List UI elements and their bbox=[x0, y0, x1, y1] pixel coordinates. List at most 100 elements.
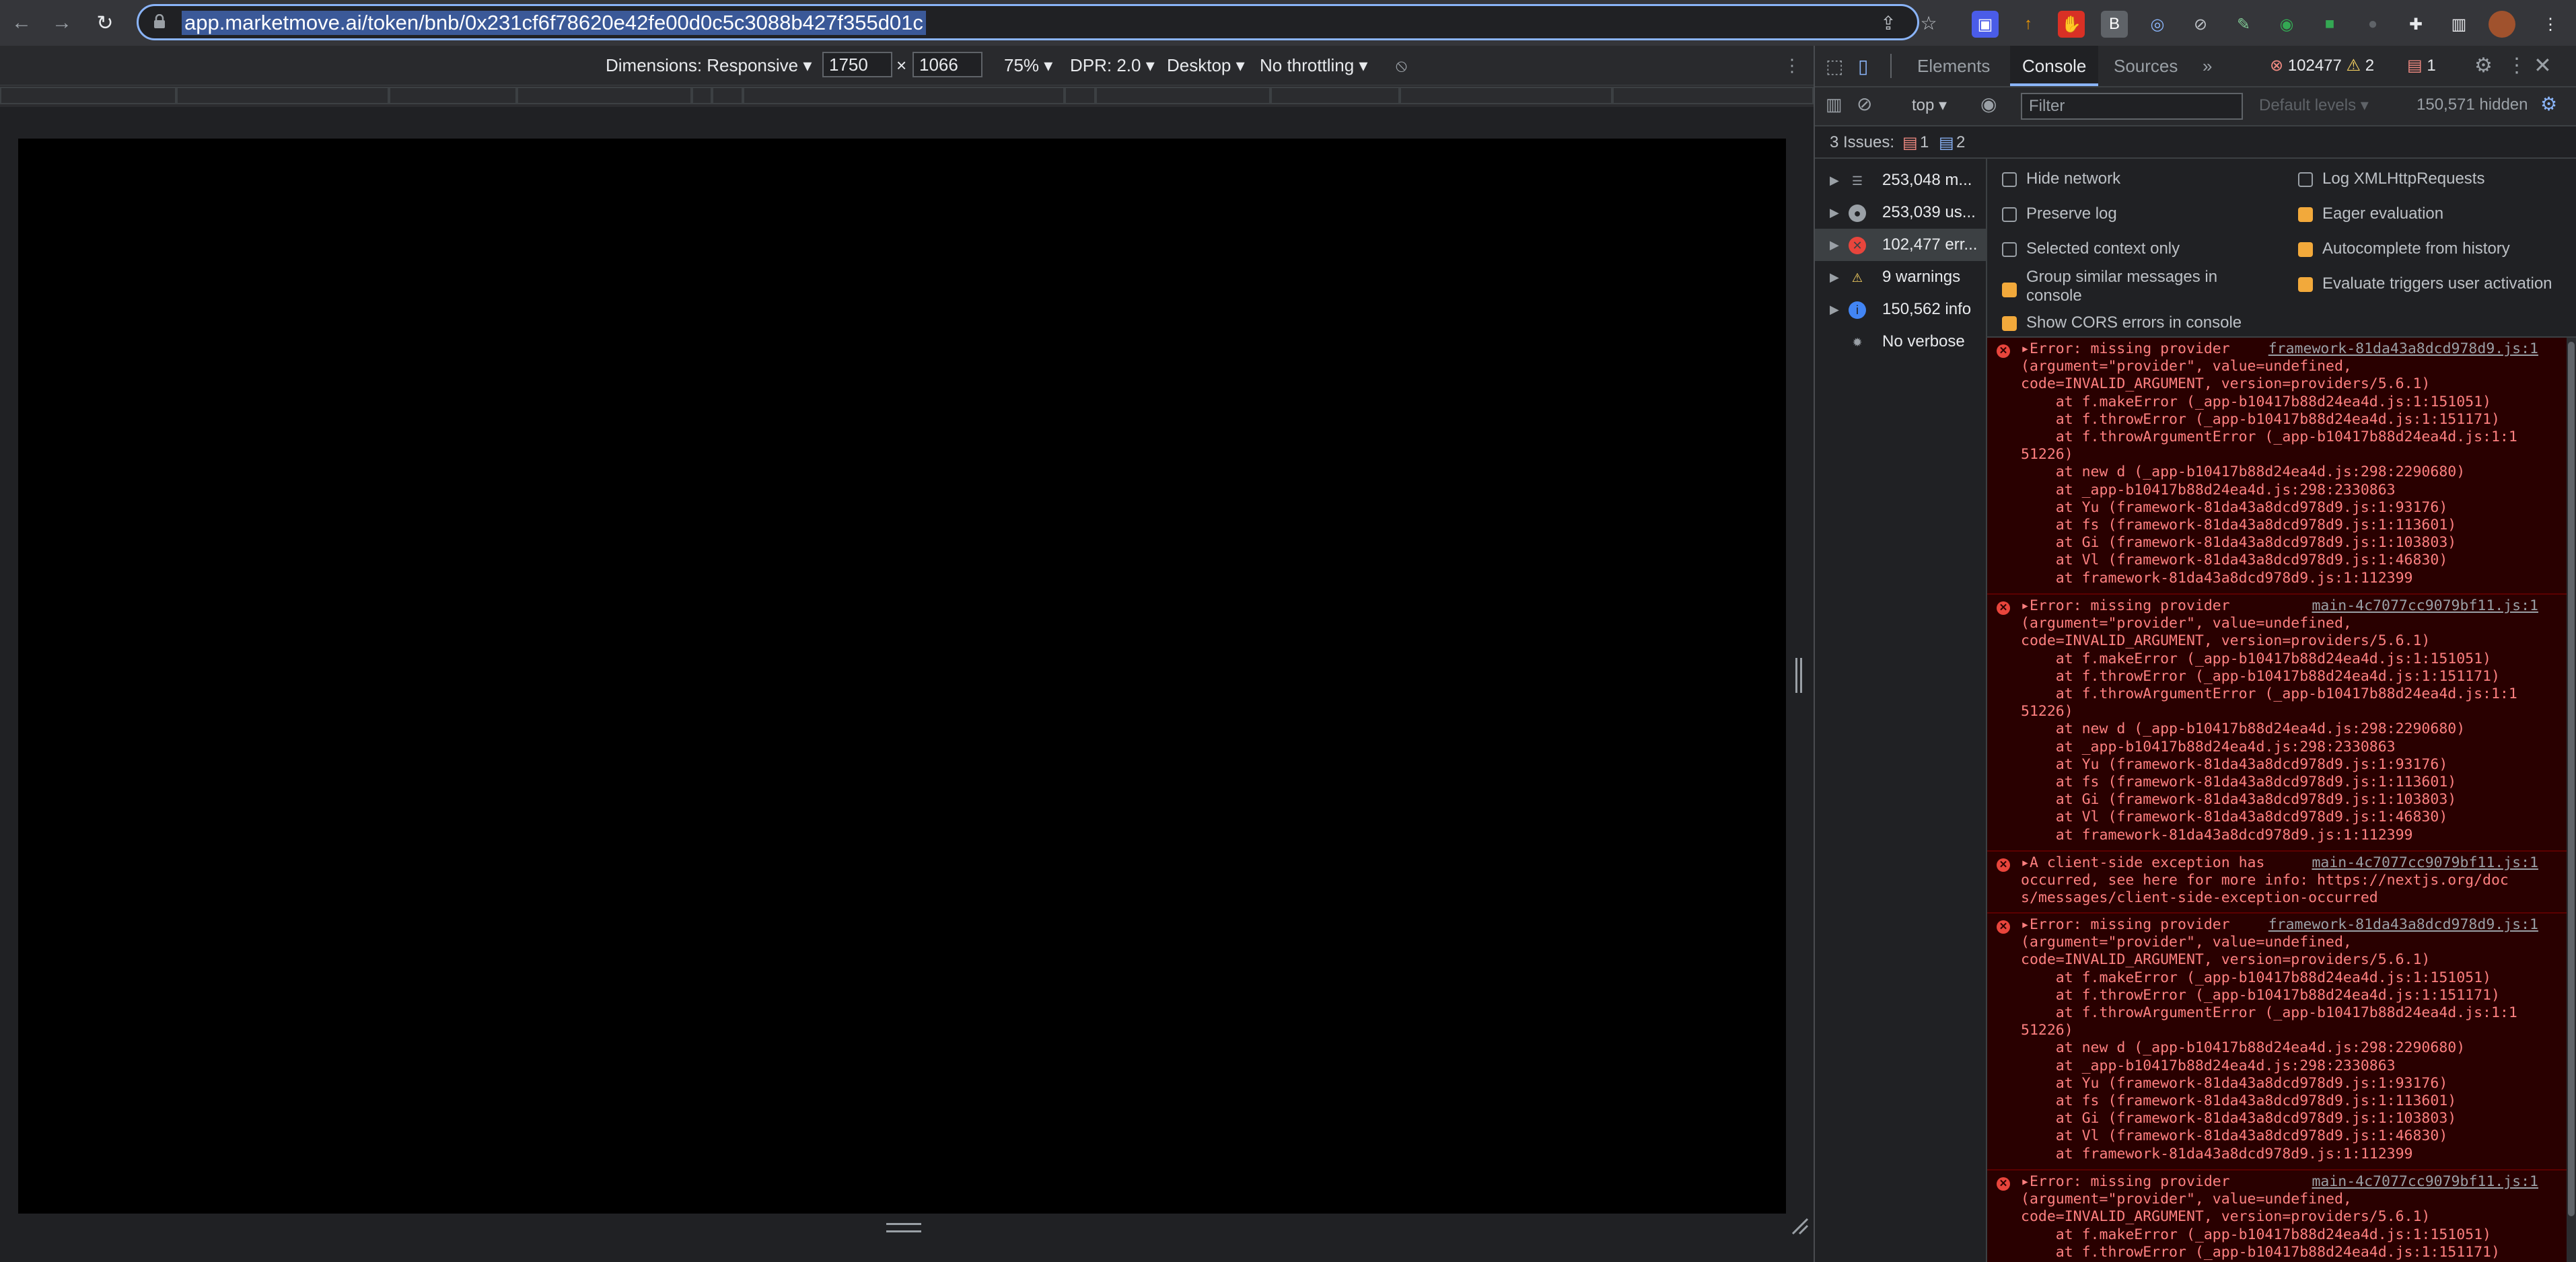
sidebar-item-user-messages[interactable]: ▶ ● 253,039 us... bbox=[1815, 196, 1986, 229]
sidebar-toggle-icon[interactable]: ▥ bbox=[1826, 94, 1842, 115]
media-query-segment[interactable] bbox=[1612, 87, 1814, 104]
scrollbar-thumb[interactable] bbox=[2568, 342, 2575, 1216]
sidebar-item-errors[interactable]: ▶ ✕ 102,477 err... bbox=[1815, 229, 1986, 261]
extension-icon[interactable]: ✎ bbox=[2230, 11, 2257, 38]
hide-network-checkbox[interactable] bbox=[2002, 172, 2017, 187]
user-activation-checkbox[interactable] bbox=[2298, 277, 2313, 292]
console-scrollbar[interactable] bbox=[2567, 338, 2576, 1262]
zoom-dropdown[interactable]: 75% ▾ bbox=[1004, 54, 1052, 77]
bookmark-star-icon[interactable]: ☆ bbox=[1917, 11, 1941, 36]
setting-label: Show CORS errors in console bbox=[2026, 313, 2242, 332]
source-link[interactable]: framework-81da43a8dcd978d9.js:1 bbox=[2268, 916, 2538, 934]
sidebar-item-messages[interactable]: ▶ ☰ 253,048 m... bbox=[1815, 164, 1986, 196]
kebab-menu-icon[interactable]: ⋮ bbox=[2507, 54, 2527, 77]
devtools-panel: ⬚ ▯ Elements Console Sources » ⊗ 102477 … bbox=[1814, 46, 2576, 1262]
console-error-message[interactable]: ✕ ▸Error: missing provider (argument="pr… bbox=[1987, 1171, 2576, 1262]
side-panel-icon[interactable]: ▥ bbox=[2445, 11, 2472, 38]
info-icon: i bbox=[1849, 301, 1866, 319]
rotate-icon[interactable]: ⦸ bbox=[1396, 54, 1407, 77]
console-error-message[interactable]: ✕ ▸Error: missing provider (argument="pr… bbox=[1987, 595, 2576, 852]
throttle-dropdown[interactable]: No throttling ▾ bbox=[1260, 54, 1367, 77]
corner-resize-icon[interactable] bbox=[1790, 1216, 1809, 1235]
dimensions-dropdown[interactable]: Dimensions: Responsive ▾ bbox=[606, 54, 812, 77]
tab-sources[interactable]: Sources bbox=[2102, 46, 2190, 86]
sidebar-item-warnings[interactable]: ▶ ⚠ 9 warnings bbox=[1815, 261, 1986, 293]
console-messages: ✕ ▸Error: missing provider (argument="pr… bbox=[1987, 338, 2576, 1262]
log-xhr-checkbox[interactable] bbox=[2298, 172, 2313, 187]
extension-icon[interactable]: ● bbox=[2359, 11, 2386, 38]
url-text[interactable]: app.marketmove.ai/token/bnb/0x231cf6f786… bbox=[182, 11, 926, 35]
forward-arrow-icon[interactable]: → bbox=[46, 7, 78, 39]
height-input[interactable]: 1066 bbox=[913, 52, 982, 77]
media-query-segment[interactable] bbox=[1096, 87, 1271, 104]
extension-icon[interactable]: ↑ bbox=[2015, 11, 2042, 38]
media-query-segment[interactable] bbox=[1065, 87, 1096, 104]
sidebar-item-info[interactable]: ▶ i 150,562 info bbox=[1815, 293, 1986, 326]
eager-evaluation-checkbox[interactable] bbox=[2298, 207, 2313, 222]
media-query-segment[interactable] bbox=[389, 87, 517, 104]
issues-error-icon: ▤ bbox=[1902, 134, 1918, 152]
reload-icon[interactable]: ↻ bbox=[89, 7, 121, 39]
console-error-message[interactable]: ✕ ▸Error: missing provider (argument="pr… bbox=[1987, 338, 2576, 595]
media-query-segment[interactable] bbox=[1271, 87, 1400, 104]
media-query-segment[interactable] bbox=[0, 87, 176, 104]
extension-icon[interactable]: ✋ bbox=[2058, 11, 2085, 38]
extension-icon[interactable]: ⊘ bbox=[2187, 11, 2214, 38]
back-arrow-icon[interactable]: ← bbox=[5, 7, 38, 39]
kebab-menu-icon[interactable]: ⋮ bbox=[2537, 11, 2564, 38]
extension-icon[interactable]: B bbox=[2101, 11, 2128, 38]
extension-icon[interactable]: ◉ bbox=[2273, 11, 2300, 38]
context-selector[interactable]: top ▾ bbox=[1912, 96, 1947, 115]
media-query-segment[interactable] bbox=[176, 87, 389, 104]
width-input[interactable]: 1750 bbox=[822, 52, 892, 77]
media-query-segment[interactable] bbox=[692, 87, 712, 104]
page-viewport[interactable] bbox=[18, 139, 1786, 1214]
error-icon: ✕ bbox=[1997, 601, 2010, 615]
more-options-icon[interactable]: ⋮ bbox=[1783, 54, 1801, 77]
cors-errors-checkbox[interactable] bbox=[2002, 316, 2017, 331]
source-link[interactable]: main-4c7077cc9079bf11.js:1 bbox=[2312, 1173, 2538, 1191]
selected-context-checkbox[interactable] bbox=[2002, 242, 2017, 257]
extension-icon[interactable]: ◎ bbox=[2144, 11, 2171, 38]
tab-elements[interactable]: Elements bbox=[1905, 46, 2002, 86]
media-query-segment[interactable] bbox=[712, 87, 743, 104]
device-mode-dropdown[interactable]: Desktop ▾ bbox=[1167, 54, 1245, 77]
source-link[interactable]: main-4c7077cc9079bf11.js:1 bbox=[2312, 597, 2538, 615]
sidebar-item-verbose[interactable]: ✹ No verbose bbox=[1815, 326, 1986, 358]
autocomplete-checkbox[interactable] bbox=[2298, 242, 2313, 257]
extension-icon[interactable]: ▣ bbox=[1972, 11, 1999, 38]
issues-bar[interactable]: 3 Issues: ▤ 1 ▤ 2 bbox=[1815, 126, 2576, 159]
gear-icon[interactable]: ⚙ bbox=[2474, 54, 2493, 77]
error-warning-counter[interactable]: ⊗ 102477 ⚠ 2 bbox=[2270, 54, 2374, 78]
extension-icon[interactable]: ■ bbox=[2316, 11, 2343, 38]
console-settings-gear-icon[interactable]: ⚙ bbox=[2540, 93, 2557, 115]
avatar[interactable] bbox=[2489, 11, 2515, 38]
eye-icon[interactable]: ◉ bbox=[1980, 93, 1997, 115]
console-error-message[interactable]: ✕ ▸A client-side exception has occurred,… bbox=[1987, 852, 2576, 914]
close-icon[interactable]: ✕ bbox=[2534, 52, 2552, 78]
console-error-message[interactable]: ✕ ▸Error: missing provider (argument="pr… bbox=[1987, 914, 2576, 1171]
media-query-segment[interactable] bbox=[743, 87, 1065, 104]
share-icon[interactable]: ⇪ bbox=[1876, 11, 1900, 36]
height-resize-handle[interactable] bbox=[886, 1223, 921, 1232]
device-toggle-icon[interactable]: ▯ bbox=[1858, 55, 1868, 77]
preserve-log-checkbox[interactable] bbox=[2002, 207, 2017, 222]
address-bar[interactable]: app.marketmove.ai/token/bnb/0x231cf6f786… bbox=[137, 4, 1937, 40]
devtools-tab-bar: ⬚ ▯ Elements Console Sources » ⊗ 102477 … bbox=[1815, 46, 2576, 87]
tab-console[interactable]: Console bbox=[2010, 46, 2099, 86]
media-query-segment[interactable] bbox=[517, 87, 692, 104]
issues-counter[interactable]: ▤ 1 bbox=[2407, 54, 2436, 78]
dpr-dropdown[interactable]: DPR: 2.0 ▾ bbox=[1070, 54, 1155, 77]
media-query-segment[interactable] bbox=[1400, 87, 1612, 104]
log-levels-dropdown[interactable]: Default levels ▾ bbox=[2259, 96, 2369, 115]
puzzle-icon[interactable]: ✚ bbox=[2402, 11, 2429, 38]
group-similar-checkbox[interactable] bbox=[2002, 283, 2017, 297]
inspect-icon[interactable]: ⬚ bbox=[1826, 55, 1843, 77]
browser-toolbar: ← → ↻ app.marketmove.ai/token/bnb/0x231c… bbox=[0, 0, 2576, 46]
more-tabs-button[interactable]: » bbox=[2190, 46, 2224, 86]
width-resize-handle[interactable] bbox=[1795, 658, 1802, 693]
source-link[interactable]: framework-81da43a8dcd978d9.js:1 bbox=[2268, 340, 2538, 358]
source-link[interactable]: main-4c7077cc9079bf11.js:1 bbox=[2312, 854, 2538, 872]
clear-console-icon[interactable]: ⊘ bbox=[1857, 93, 1872, 115]
filter-input[interactable]: Filter bbox=[2021, 93, 2243, 120]
